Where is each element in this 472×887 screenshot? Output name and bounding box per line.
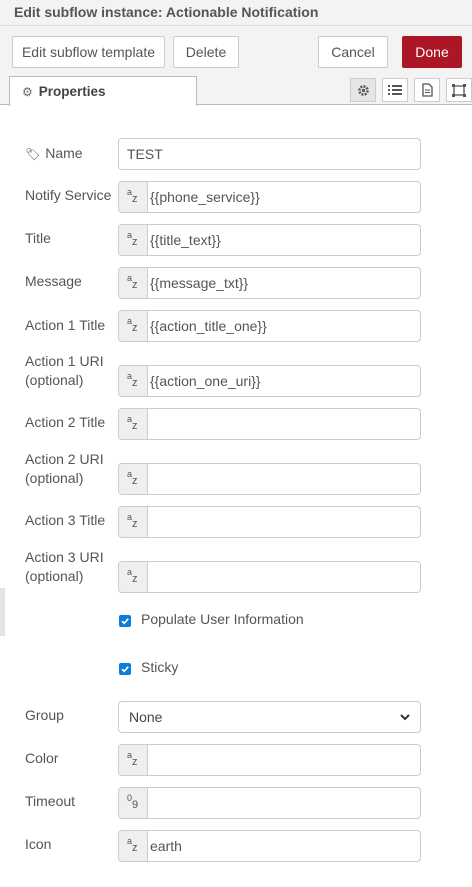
list-tab-icon[interactable]: [382, 78, 408, 102]
edit-subflow-template-button[interactable]: Edit subflow template: [12, 36, 165, 68]
done-button[interactable]: Done: [402, 36, 462, 68]
sticky-checkbox[interactable]: [119, 663, 131, 675]
gear-icon: ⚙: [22, 84, 33, 99]
cancel-button[interactable]: Cancel: [318, 36, 388, 68]
string-type-icon: az: [127, 836, 138, 854]
string-type-icon: az: [127, 750, 138, 768]
name-value: TEST: [127, 146, 163, 162]
string-type-icon: az: [127, 469, 138, 487]
string-type-selector[interactable]: az: [119, 464, 148, 494]
message-label: Message: [25, 273, 82, 289]
notify-service-value: {{phone_service}}: [150, 189, 260, 205]
string-type-selector[interactable]: az: [119, 268, 148, 298]
string-type-icon: az: [127, 567, 138, 585]
panel-resize-handle[interactable]: [0, 588, 5, 636]
appearance-tab-icon[interactable]: [446, 78, 472, 102]
string-type-selector[interactable]: az: [119, 562, 148, 592]
name-field[interactable]: TEST: [118, 138, 421, 170]
message-field[interactable]: az {{message_txt}}: [118, 267, 421, 299]
timeout-label: Timeout: [25, 793, 76, 809]
notify-service-field[interactable]: az {{phone_service}}: [118, 181, 421, 213]
populate-user-info-checkbox[interactable]: [119, 615, 131, 627]
gear-icon: [357, 84, 369, 96]
group-label: Group: [25, 707, 64, 723]
string-type-selector[interactable]: az: [119, 409, 148, 439]
string-type-selector[interactable]: az: [119, 225, 148, 255]
checkmark-icon: [121, 618, 129, 625]
action1-uri-value: {{action_one_uri}}: [150, 373, 261, 389]
number-type-icon: 09: [127, 793, 139, 811]
string-type-selector[interactable]: az: [119, 745, 148, 775]
populate-user-info-label: Populate User Information: [141, 611, 304, 627]
settings-tab-icon[interactable]: [350, 78, 376, 102]
tag-icon: 🏷: [25, 147, 41, 161]
name-label: 🏷 Name: [25, 145, 83, 161]
dialog-toolbar: Edit subflow template Delete Cancel Done: [0, 26, 472, 76]
string-type-selector[interactable]: az: [119, 182, 148, 212]
color-label: Color: [25, 750, 59, 766]
string-type-icon: az: [127, 371, 138, 389]
action2-uri-field[interactable]: az: [118, 463, 421, 495]
notify-service-label: Notify Service: [25, 187, 112, 203]
action3-uri-field[interactable]: az: [118, 561, 421, 593]
checkmark-icon: [121, 666, 129, 673]
action3-title-field[interactable]: az: [118, 506, 421, 538]
string-type-icon: az: [127, 414, 138, 432]
string-type-selector[interactable]: az: [119, 311, 148, 341]
icon-value: earth: [150, 838, 182, 854]
group-select[interactable]: None: [118, 701, 421, 733]
tab-bar: ⚙ Properties: [0, 76, 472, 106]
timeout-field[interactable]: 09: [118, 787, 421, 819]
action1-title-value: {{action_title_one}}: [150, 318, 267, 334]
sticky-label: Sticky: [141, 659, 179, 675]
document-icon: [421, 83, 433, 97]
title-label: Title: [25, 230, 51, 246]
string-type-icon: az: [127, 273, 138, 291]
action1-title-label: Action 1 Title: [25, 317, 106, 333]
number-type-selector[interactable]: 09: [119, 788, 148, 818]
action3-uri-label: Action 3 URI (optional): [25, 549, 104, 584]
title-field[interactable]: az {{title_text}}: [118, 224, 421, 256]
icon-label: Icon: [25, 836, 52, 852]
chevron-down-icon: [400, 714, 410, 721]
string-type-selector[interactable]: az: [119, 831, 148, 861]
dialog-header: Edit subflow instance: Actionable Notifi…: [0, 0, 472, 26]
action2-title-field[interactable]: az: [118, 408, 421, 440]
string-type-selector[interactable]: az: [119, 507, 148, 537]
delete-button[interactable]: Delete: [173, 36, 239, 68]
tab-properties[interactable]: ⚙ Properties: [9, 76, 197, 106]
action1-uri-field[interactable]: az {{action_one_uri}}: [118, 365, 421, 397]
icon-field[interactable]: az earth: [118, 830, 421, 862]
color-field[interactable]: az: [118, 744, 421, 776]
node-appearance-icon: [452, 83, 466, 97]
description-tab-icon[interactable]: [414, 78, 440, 102]
action1-uri-label: Action 1 URI (optional): [25, 353, 104, 388]
message-value: {{message_txt}}: [150, 275, 249, 291]
string-type-icon: az: [127, 316, 138, 334]
action1-title-field[interactable]: az {{action_title_one}}: [118, 310, 421, 342]
title-value: {{title_text}}: [150, 232, 221, 248]
tab-properties-label: Properties: [38, 84, 106, 99]
string-type-icon: az: [127, 187, 138, 205]
action2-uri-label: Action 2 URI (optional): [25, 451, 104, 486]
list-icon: [388, 85, 402, 95]
string-type-selector[interactable]: az: [119, 366, 148, 396]
action2-title-label: Action 2 Title: [25, 414, 106, 430]
dialog-title: Edit subflow instance: Actionable Notifi…: [14, 4, 319, 20]
string-type-icon: az: [127, 512, 138, 530]
string-type-icon: az: [127, 230, 138, 248]
action3-title-label: Action 3 Title: [25, 512, 106, 528]
group-selected-value: None: [129, 709, 163, 725]
